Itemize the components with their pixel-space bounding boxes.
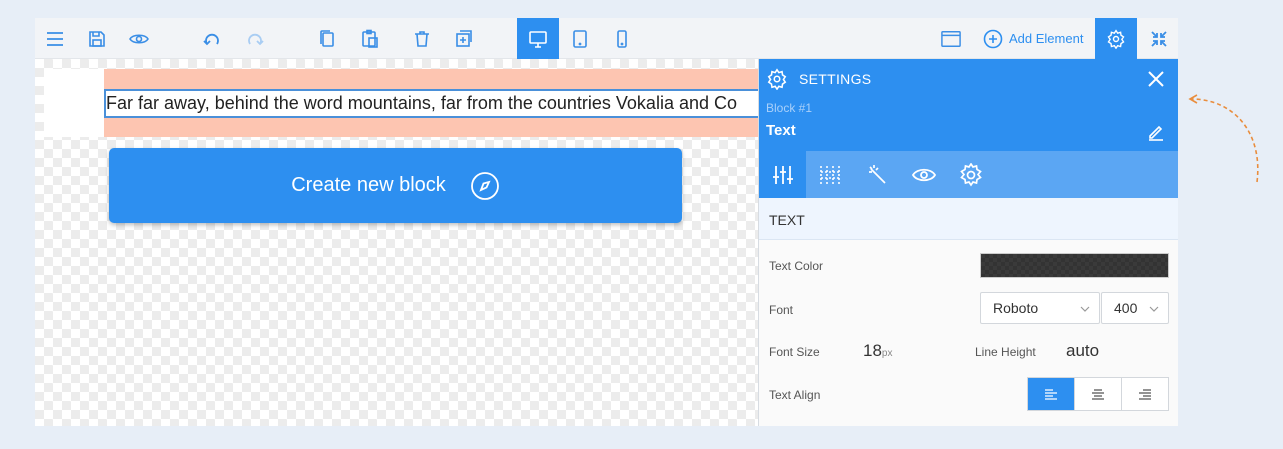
align-right-button[interactable] <box>1121 378 1168 410</box>
editor-canvas[interactable]: Far far away, behind the word mountains,… <box>35 59 758 426</box>
font-label: Font <box>769 303 794 317</box>
builder-app: Add Element Far far away, behind the wor… <box>35 18 1178 426</box>
text-properties: Text Color Font Roboto 400 Font Size 18p… <box>759 240 1178 426</box>
save-icon[interactable] <box>83 18 111 59</box>
gear-icon <box>959 162 982 187</box>
eye-icon <box>911 168 936 181</box>
line-height-input[interactable]: auto <box>1066 341 1099 361</box>
font-family-value: Roboto <box>993 300 1039 316</box>
settings-header: SETTINGS Block #1 Text <box>759 59 1178 151</box>
curved-arrow-icon <box>1188 94 1259 183</box>
collapse-icon[interactable] <box>1145 18 1173 59</box>
tab-settings[interactable] <box>947 151 994 198</box>
tab-magic[interactable] <box>853 151 900 198</box>
align-center-button[interactable] <box>1074 378 1121 410</box>
text-color-label: Text Color <box>769 259 824 273</box>
tab-sliders[interactable] <box>759 151 806 198</box>
text-align-group <box>1027 377 1169 411</box>
chevron-down-icon <box>1149 306 1159 312</box>
paste-icon[interactable] <box>356 18 384 59</box>
edit-icon[interactable] <box>1147 123 1165 141</box>
window-icon[interactable] <box>937 18 965 59</box>
mobile-icon[interactable] <box>608 18 636 59</box>
compass-icon <box>470 171 499 200</box>
font-size-label: Font Size <box>769 345 820 359</box>
grid-icon <box>819 165 840 184</box>
menu-icon[interactable] <box>41 18 69 59</box>
canvas-gutter <box>44 69 104 137</box>
font-size-value: 18 <box>863 341 882 360</box>
top-toolbar: Add Element <box>35 18 1178 59</box>
redo-icon[interactable] <box>241 18 269 59</box>
settings-gear-icon[interactable] <box>1095 18 1137 59</box>
close-icon[interactable] <box>1147 70 1165 88</box>
add-element-label: Add Element <box>1009 31 1084 46</box>
text-align-label: Text Align <box>769 388 821 402</box>
create-new-block-label: Create new block <box>291 174 446 196</box>
settings-gear-icon <box>767 68 787 90</box>
settings-tabs <box>759 151 1178 198</box>
align-left-button[interactable] <box>1028 378 1074 410</box>
align-center-icon <box>1092 389 1104 400</box>
line-height-label: Line Height <box>975 345 1036 359</box>
font-weight-select[interactable]: 400 <box>1101 292 1169 324</box>
settings-title: SETTINGS <box>799 71 872 87</box>
delete-icon[interactable] <box>408 18 436 59</box>
element-name: Text <box>766 122 796 139</box>
font-weight-value: 400 <box>1114 300 1138 316</box>
font-size-unit: px <box>881 348 893 359</box>
preview-icon[interactable] <box>125 18 153 59</box>
sliders-icon <box>772 165 793 184</box>
text-section-title: TEXT <box>759 198 1178 240</box>
font-family-select[interactable]: Roboto <box>980 292 1100 324</box>
tab-grid[interactable] <box>806 151 853 198</box>
tablet-icon[interactable] <box>566 18 594 59</box>
block-label: Block #1 <box>766 101 813 115</box>
add-element-button[interactable]: Add Element <box>983 18 1083 59</box>
chevron-down-icon <box>1080 306 1090 312</box>
plus-circle-icon <box>983 29 1003 48</box>
settings-panel: SETTINGS Block #1 Text TEXT Text Color F… <box>758 59 1178 426</box>
create-new-block-button[interactable]: Create new block <box>109 148 682 223</box>
copy-icon[interactable] <box>313 18 341 59</box>
font-size-input[interactable]: 18px <box>863 341 892 361</box>
magic-wand-icon <box>868 164 886 184</box>
selected-text-element[interactable]: Far far away, behind the word mountains,… <box>104 89 758 118</box>
align-left-icon <box>1045 389 1057 400</box>
tab-visibility[interactable] <box>900 151 947 198</box>
add-block-icon[interactable] <box>450 18 478 59</box>
text-color-swatch[interactable] <box>980 253 1169 278</box>
undo-icon[interactable] <box>198 18 226 59</box>
desktop-icon[interactable] <box>517 18 559 59</box>
align-right-icon <box>1139 389 1151 400</box>
